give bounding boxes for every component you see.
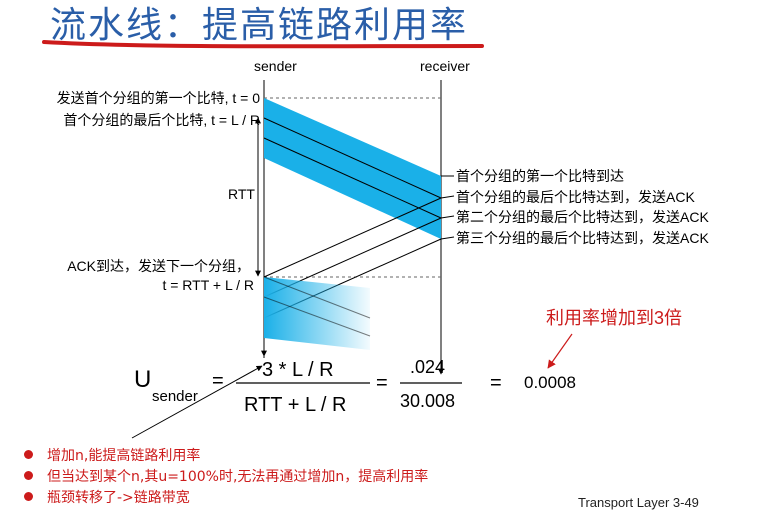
eq-denominator: RTT + L / R bbox=[244, 394, 347, 416]
bullet-item: 但当达到某个n,其u=100%时,无法再通过增加n，提高利用率 bbox=[24, 465, 428, 486]
footer-label: Transport Layer 3-49 bbox=[578, 495, 699, 510]
annotation-arrow bbox=[547, 333, 573, 369]
label-receiver-4: 第三个分组的最后个比特达到，发送ACK bbox=[456, 230, 709, 246]
bullet-list: 增加n,能提高链路利用率 但当达到某个n,其u=100%时,无法再通过增加n，提… bbox=[24, 444, 428, 507]
bullet-item: 增加n,能提高链路利用率 bbox=[24, 444, 428, 465]
label-ack-arrive: ACK到达，发送下一个分组， bbox=[67, 258, 250, 274]
eq-equals-2: = bbox=[376, 372, 388, 394]
label-receiver-3: 第二个分组的最后个比特达到，发送ACK bbox=[456, 209, 709, 225]
utilization-annotation: 利用率增加到3倍 bbox=[546, 308, 683, 328]
bullet-dot-icon bbox=[24, 492, 33, 501]
bullet-dot-icon bbox=[24, 471, 33, 480]
label-rtt: RTT bbox=[228, 186, 255, 202]
next-packets bbox=[264, 277, 370, 350]
ack-line-1 bbox=[263, 197, 442, 278]
receiver-label: receiver bbox=[420, 58, 470, 74]
eq-u: U bbox=[134, 366, 152, 393]
eq-numerator-2: .024 bbox=[410, 357, 446, 377]
eq-equals-1: = bbox=[212, 370, 224, 392]
eq-denominator-2: 30.008 bbox=[400, 391, 456, 411]
page-title: 流水线：提高链路利用率 bbox=[50, 5, 469, 46]
bullet-dot-icon bbox=[24, 450, 33, 459]
eq-result: 0.0008 bbox=[524, 373, 576, 392]
packet-band bbox=[264, 98, 441, 239]
bullet-item: 瓶颈转移了->链路带宽 bbox=[24, 486, 428, 507]
eq-numerator: 3 * L / R bbox=[262, 359, 334, 381]
pipeline-diagram bbox=[42, 40, 573, 439]
label-receiver-1: 首个分组的第一个比特到达 bbox=[456, 168, 624, 184]
sender-label: sender bbox=[254, 58, 297, 74]
eq-equals-3: = bbox=[490, 372, 502, 394]
label-receiver-2: 首个分组的最后个比特达到，发送ACK bbox=[456, 189, 695, 205]
eq-sender-sub: sender bbox=[152, 388, 198, 405]
label-last-bit: 首个分组的最后个比特, t = L / R bbox=[63, 112, 260, 128]
label-ack-time: t = RTT + L / R bbox=[162, 277, 254, 293]
label-first-bit: 发送首个分组的第一个比特, t = 0 bbox=[56, 90, 260, 106]
